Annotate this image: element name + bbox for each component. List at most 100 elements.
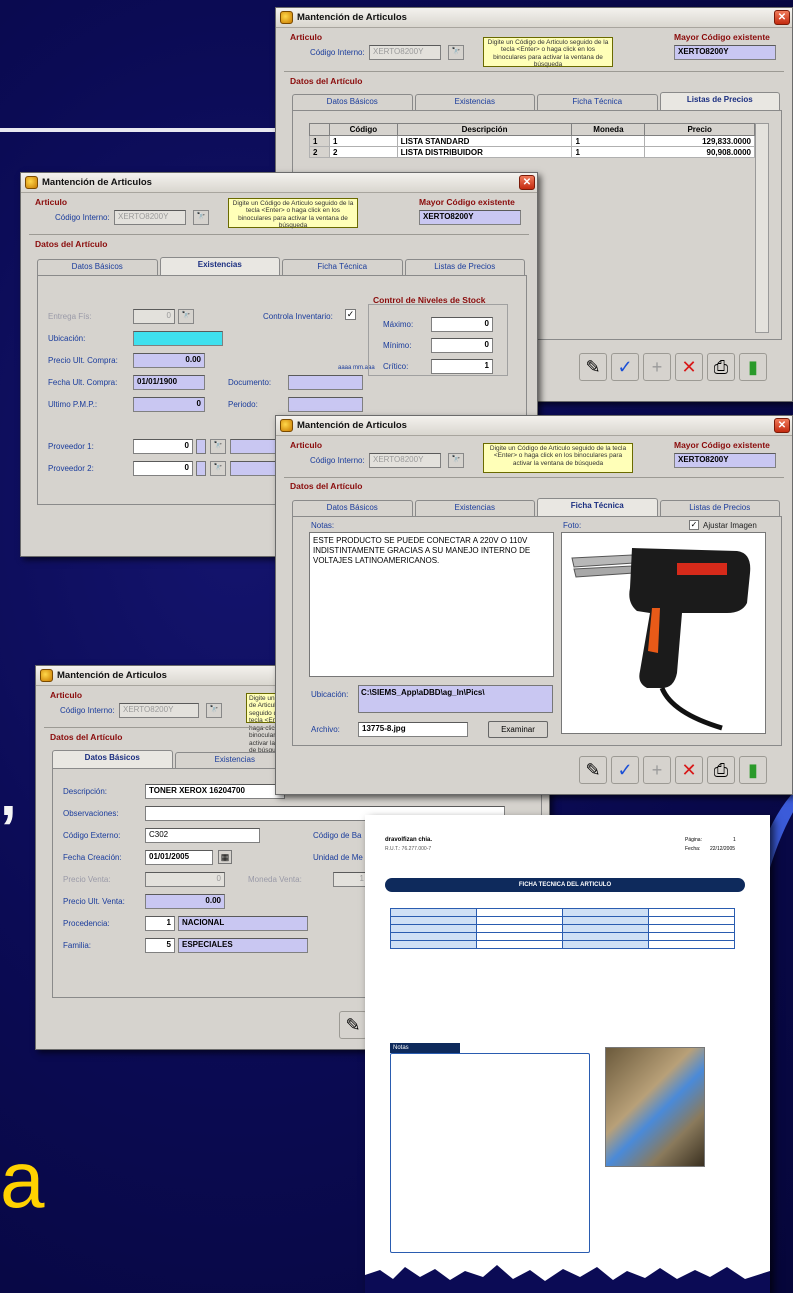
archivo-input[interactable]: 13775-8.jpg <box>358 722 468 737</box>
help-tooltip: Digite un Código de Articulo seguido de … <box>483 37 613 68</box>
printed-report: dravolfizan chia. R.U.T.: 76.277.000-7 P… <box>365 815 770 1293</box>
maximo-input[interactable]: 0 <box>431 317 493 332</box>
binoculars-icon[interactable]: 🔭 <box>193 210 209 225</box>
entrega-fis-input[interactable]: 0 <box>133 309 175 324</box>
mayor-codigo-label: Mayor Código existente <box>419 197 515 207</box>
printer-icon[interactable]: ⎙ <box>707 353 735 381</box>
tab-ficha-tecnica[interactable]: Ficha Técnica <box>537 94 658 110</box>
torn-edge <box>365 1265 770 1293</box>
table-scrollbar[interactable] <box>755 123 769 333</box>
window-title: Mantención de Articulos <box>57 670 167 681</box>
tab-existencias[interactable]: Existencias <box>414 94 535 110</box>
codigo-externo-input[interactable]: C302 <box>145 828 260 843</box>
codigo-interno-input[interactable]: XERTO8200Y <box>119 703 199 718</box>
tab-ficha-tecnica[interactable]: Ficha Técnica <box>282 259 403 275</box>
exit-door-icon[interactable]: ▮ <box>739 353 767 381</box>
add-icon[interactable]: + <box>643 756 671 784</box>
table-row[interactable]: 1 1 LISTA STANDARD 1 129,833.0000 <box>309 135 755 147</box>
tab-datos-basicos[interactable]: Datos Básicos <box>52 750 173 768</box>
exit-door-icon[interactable]: ▮ <box>739 756 767 784</box>
precio-ult-venta-label: Precio Ult. Venta: <box>63 897 125 906</box>
proveedor1-lookup[interactable] <box>196 439 206 454</box>
critico-input[interactable]: 1 <box>431 359 493 374</box>
controla-inventario-label: Controla Inventario: <box>263 312 333 321</box>
tab-ficha-tecnica[interactable]: Ficha Técnica <box>537 498 658 516</box>
tab-listas-precios[interactable]: Listas de Precios <box>404 259 525 275</box>
procedencia-code[interactable]: 1 <box>145 916 175 931</box>
mayor-codigo-label: Mayor Código existente <box>674 440 770 450</box>
check-icon[interactable]: ✓ <box>611 756 639 784</box>
delete-icon[interactable]: ✕ <box>675 353 703 381</box>
datos-articulo-label: Datos del Artículo <box>290 481 363 491</box>
tab-bar: Datos Básicos Existencias Ficha Técnica … <box>292 498 782 516</box>
check-icon[interactable]: ✓ <box>611 353 639 381</box>
table-row[interactable]: 2 2 LISTA DISTRIBUIDOR 1 90,908.0000 <box>309 146 755 158</box>
codigo-interno-input[interactable]: XERTO8200Y <box>369 45 441 60</box>
tab-datos-basicos[interactable]: Datos Básicos <box>37 259 158 275</box>
descripcion-label: Descripción: <box>63 787 108 796</box>
close-button[interactable]: ✕ <box>774 418 790 433</box>
printer-icon[interactable]: ⎙ <box>707 756 735 784</box>
calendar-icon[interactable]: ▦ <box>218 850 232 864</box>
tab-existencias[interactable]: Existencias <box>414 500 535 516</box>
window-title: Mantención de Articulos <box>297 420 407 431</box>
decorative-line <box>0 128 280 132</box>
fecha-creacion-input[interactable]: 01/01/2005 <box>145 850 213 865</box>
familia-code[interactable]: 5 <box>145 938 175 953</box>
titlebar: Mantención de Articulos <box>21 173 537 193</box>
ultimo-pmp-label: Ultimo P.M.P.: <box>48 400 98 409</box>
tab-datos-basicos[interactable]: Datos Básicos <box>292 500 413 516</box>
notas-textarea[interactable]: ESTE PRODUCTO SE PUEDE CONECTAR A 220V O… <box>309 532 554 677</box>
notas-label: Notas: <box>311 521 335 530</box>
datos-articulo-label: Datos del Artículo <box>50 732 123 742</box>
descripcion-input[interactable]: TONER XEROX 16204700 <box>145 784 285 799</box>
tab-listas-precios[interactable]: Listas de Precios <box>659 92 780 110</box>
section-articulo: Articulo <box>290 32 323 42</box>
proveedor1-input[interactable]: 0 <box>133 439 193 454</box>
tab-bar: Datos Básicos Existencias Ficha Técnica … <box>292 92 782 110</box>
report-pagina-label: Página: <box>685 837 702 843</box>
binoculars-icon[interactable]: 🔭 <box>448 45 464 60</box>
precio-venta-input[interactable]: 0 <box>145 872 225 887</box>
fecha-ult-compra-label: Fecha Ult. Compra: <box>48 378 118 387</box>
ultimo-pmp-field: 0 <box>133 397 205 412</box>
binoculars-icon[interactable]: 🔭 <box>448 453 464 468</box>
close-button[interactable]: ✕ <box>519 175 535 190</box>
proveedor1-label: Proveedor 1: <box>48 442 94 451</box>
codigo-interno-input[interactable]: XERTO8200Y <box>114 210 186 225</box>
observaciones-label: Observaciones: <box>63 809 119 818</box>
codigo-interno-input[interactable]: XERTO8200Y <box>369 453 441 468</box>
add-icon[interactable]: + <box>643 353 671 381</box>
entrega-fis-label: Entrega Fís: <box>48 312 92 321</box>
tab-existencias[interactable]: Existencias <box>159 257 280 275</box>
periodo-field <box>288 397 363 412</box>
codigo-interno-label: Código Interno: <box>55 213 110 222</box>
ajustar-imagen-checkbox[interactable]: ✓ <box>689 520 699 530</box>
edit-wand-icon[interactable]: ✎ <box>579 353 607 381</box>
proveedor2-input[interactable]: 0 <box>133 461 193 476</box>
minimo-input[interactable]: 0 <box>431 338 493 353</box>
examinar-button[interactable]: Examinar <box>488 721 548 738</box>
edit-wand-icon[interactable]: ✎ <box>339 1011 367 1039</box>
tab-datos-basicos[interactable]: Datos Básicos <box>292 94 413 110</box>
close-button[interactable]: ✕ <box>774 10 790 25</box>
maximo-label: Máximo: <box>383 320 414 329</box>
binoculars-icon[interactable]: 🔭 <box>178 309 194 324</box>
binoculars-icon[interactable]: 🔭 <box>210 439 226 454</box>
binoculars-icon[interactable]: 🔭 <box>206 703 222 718</box>
window-ficha-tecnica: Mantención de Articulos ✕ Articulo Códig… <box>275 415 793 795</box>
controla-inventario-checkbox[interactable]: ✓ <box>345 309 356 320</box>
tab-listas-precios[interactable]: Listas de Precios <box>659 500 780 516</box>
binoculars-icon[interactable]: 🔭 <box>210 461 226 476</box>
moneda-venta-input[interactable]: 1 <box>333 872 368 887</box>
column-header: Moneda <box>571 123 646 136</box>
datos-articulo-label: Datos del Artículo <box>290 76 363 86</box>
proveedor2-lookup[interactable] <box>196 461 206 476</box>
report-table <box>390 908 735 949</box>
edit-wand-icon[interactable]: ✎ <box>579 756 607 784</box>
product-photo <box>561 532 766 734</box>
window-title: Mantención de Articulos <box>297 12 407 23</box>
codigo-interno-label: Código Interno: <box>60 706 115 715</box>
delete-icon[interactable]: ✕ <box>675 756 703 784</box>
ubicacion-input[interactable] <box>133 331 223 346</box>
